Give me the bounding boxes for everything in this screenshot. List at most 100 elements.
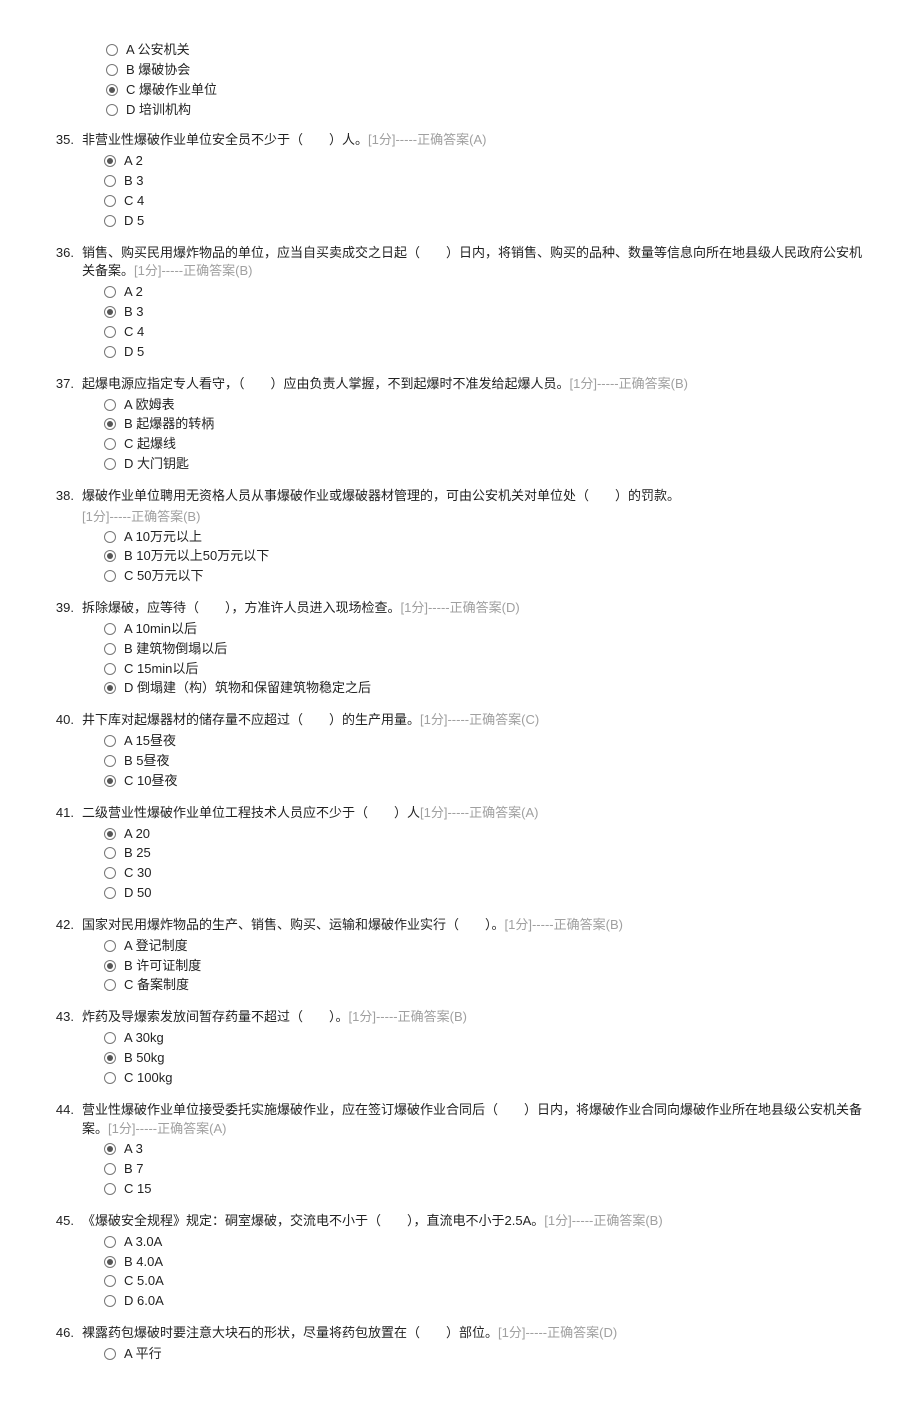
option-row[interactable]: B 4.0A [104, 1253, 872, 1272]
option-row[interactable]: A 30kg [104, 1029, 872, 1048]
radio-unselected-icon[interactable] [104, 867, 116, 879]
option-row[interactable]: C 30 [104, 864, 872, 883]
option-row[interactable]: B 5昼夜 [104, 752, 872, 771]
option-row[interactable]: A 10万元以上 [104, 528, 872, 547]
radio-unselected-icon[interactable] [106, 104, 118, 116]
option-row[interactable]: A 公安机关 [106, 41, 872, 60]
radio-unselected-icon[interactable] [106, 44, 118, 56]
option-row[interactable]: D 50 [104, 884, 872, 903]
radio-unselected-icon[interactable] [104, 438, 116, 450]
radio-unselected-icon[interactable] [104, 847, 116, 859]
option-row[interactable]: C 10昼夜 [104, 772, 872, 791]
radio-unselected-icon[interactable] [104, 195, 116, 207]
option-row[interactable]: A 2 [104, 152, 872, 171]
option-row[interactable]: D 5 [104, 343, 872, 362]
radio-unselected-icon[interactable] [104, 735, 116, 747]
option-row[interactable]: A 2 [104, 283, 872, 302]
option-row[interactable]: A 20 [104, 825, 872, 844]
option-row[interactable]: A 欧姆表 [104, 396, 872, 415]
radio-unselected-icon[interactable] [104, 175, 116, 187]
radio-selected-icon[interactable] [104, 155, 116, 167]
option-label: B 3 [124, 303, 144, 322]
question-stem: 裸露药包爆破时要注意大块石的形状，尽量将药包放置在（ ）部位。[1分]-----… [82, 1324, 872, 1343]
radio-selected-icon[interactable] [104, 1256, 116, 1268]
radio-selected-icon[interactable] [104, 550, 116, 562]
option-row[interactable]: A 登记制度 [104, 937, 872, 956]
question-block: 35.非营业性爆破作业单位安全员不少于（ ）人。[1分]-----正确答案(A)… [40, 131, 872, 231]
question-body: 拆除爆破，应等待（ ），方准许人员进入现场检查。[1分]-----正确答案(D)… [82, 599, 872, 699]
option-row[interactable]: B 7 [104, 1160, 872, 1179]
option-row[interactable]: B 25 [104, 844, 872, 863]
option-row[interactable]: C 起爆线 [104, 435, 872, 454]
option-row[interactable]: B 爆破协会 [106, 61, 872, 80]
option-list: A 10万元以上B 10万元以上50万元以下C 50万元以下 [82, 528, 872, 587]
question-score: [1分]-----正确答案(D) [401, 600, 520, 615]
radio-unselected-icon[interactable] [104, 1183, 116, 1195]
option-row[interactable]: C 15min以后 [104, 660, 872, 679]
radio-selected-icon[interactable] [106, 84, 118, 96]
option-row[interactable]: D 大门钥匙 [104, 455, 872, 474]
option-row[interactable]: D 5 [104, 212, 872, 231]
radio-unselected-icon[interactable] [104, 326, 116, 338]
radio-unselected-icon[interactable] [104, 663, 116, 675]
option-row[interactable]: B 10万元以上50万元以下 [104, 547, 872, 566]
radio-selected-icon[interactable] [104, 682, 116, 694]
option-row[interactable]: B 许可证制度 [104, 957, 872, 976]
leading-options-block: A 公安机关B 爆破协会C 爆破作业单位D 培训机构 [40, 41, 872, 119]
radio-unselected-icon[interactable] [104, 1163, 116, 1175]
radio-unselected-icon[interactable] [104, 286, 116, 298]
question-number: 43. [40, 1008, 82, 1088]
option-row[interactable]: D 培训机构 [106, 101, 872, 120]
radio-selected-icon[interactable] [104, 960, 116, 972]
option-row[interactable]: B 起爆器的转柄 [104, 415, 872, 434]
option-row[interactable]: D 倒塌建（构）筑物和保留建筑物稳定之后 [104, 679, 872, 698]
radio-unselected-icon[interactable] [104, 531, 116, 543]
option-row[interactable]: C 50万元以下 [104, 567, 872, 586]
option-row[interactable]: C 4 [104, 192, 872, 211]
radio-unselected-icon[interactable] [104, 215, 116, 227]
radio-selected-icon[interactable] [104, 306, 116, 318]
option-row[interactable]: C 4 [104, 323, 872, 342]
radio-unselected-icon[interactable] [104, 458, 116, 470]
option-row[interactable]: A 15昼夜 [104, 732, 872, 751]
option-row[interactable]: B 建筑物倒塌以后 [104, 640, 872, 659]
radio-unselected-icon[interactable] [104, 940, 116, 952]
radio-selected-icon[interactable] [104, 775, 116, 787]
radio-unselected-icon[interactable] [106, 64, 118, 76]
option-row[interactable]: A 平行 [104, 1345, 872, 1364]
radio-unselected-icon[interactable] [104, 346, 116, 358]
option-row[interactable]: B 50kg [104, 1049, 872, 1068]
radio-unselected-icon[interactable] [104, 887, 116, 899]
radio-unselected-icon[interactable] [104, 979, 116, 991]
option-row[interactable]: C 爆破作业单位 [106, 81, 872, 100]
radio-unselected-icon[interactable] [104, 1275, 116, 1287]
option-list: A 20B 25C 30D 50 [82, 825, 872, 903]
radio-unselected-icon[interactable] [104, 755, 116, 767]
radio-unselected-icon[interactable] [104, 1295, 116, 1307]
radio-unselected-icon[interactable] [104, 623, 116, 635]
option-row[interactable]: A 3.0A [104, 1233, 872, 1252]
option-row[interactable]: B 3 [104, 172, 872, 191]
radio-unselected-icon[interactable] [104, 1032, 116, 1044]
radio-unselected-icon[interactable] [104, 1348, 116, 1360]
radio-unselected-icon[interactable] [104, 570, 116, 582]
option-row[interactable]: C 100kg [104, 1069, 872, 1088]
option-row[interactable]: B 3 [104, 303, 872, 322]
option-row[interactable]: A 10min以后 [104, 620, 872, 639]
option-row[interactable]: C 5.0A [104, 1272, 872, 1291]
radio-selected-icon[interactable] [104, 1052, 116, 1064]
radio-unselected-icon[interactable] [104, 399, 116, 411]
radio-selected-icon[interactable] [104, 1143, 116, 1155]
option-row[interactable]: A 3 [104, 1140, 872, 1159]
question-block: 45.《爆破安全规程》规定：硐室爆破，交流电不小于（ ），直流电不小于2.5A。… [40, 1212, 872, 1312]
radio-unselected-icon[interactable] [104, 1236, 116, 1248]
radio-selected-icon[interactable] [104, 418, 116, 430]
option-label: D 倒塌建（构）筑物和保留建筑物稳定之后 [124, 679, 371, 698]
question-stem-text: 井下库对起爆器材的储存量不应超过（ ）的生产用量。 [82, 712, 420, 727]
option-row[interactable]: C 15 [104, 1180, 872, 1199]
radio-selected-icon[interactable] [104, 828, 116, 840]
option-row[interactable]: C 备案制度 [104, 976, 872, 995]
radio-unselected-icon[interactable] [104, 643, 116, 655]
question-stem: 营业性爆破作业单位接受委托实施爆破作业，应在签订爆破作业合同后（ ）日内，将爆破… [82, 1101, 872, 1139]
radio-unselected-icon[interactable] [104, 1072, 116, 1084]
